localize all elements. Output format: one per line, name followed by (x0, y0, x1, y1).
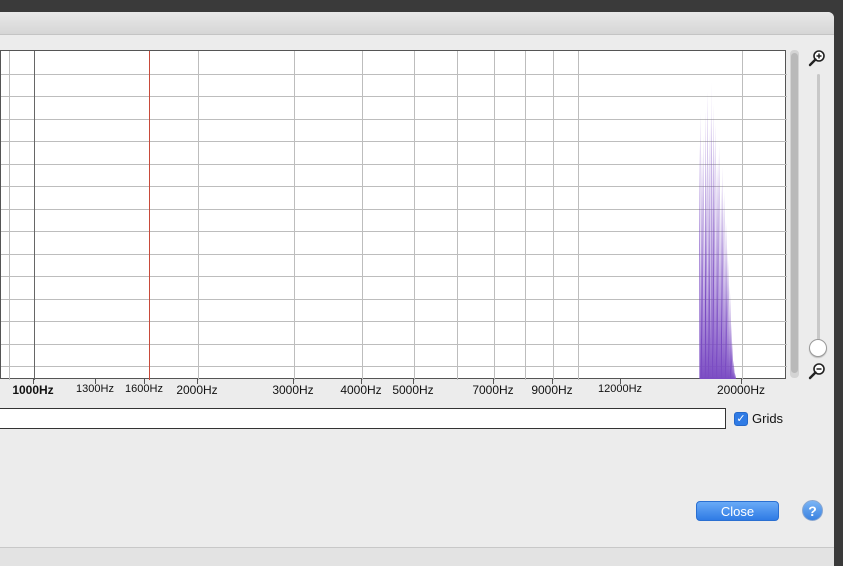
zoom-out-icon[interactable] (808, 362, 826, 380)
vertical-scrollbar[interactable] (790, 50, 799, 378)
grids-checkbox[interactable]: ✓ (734, 412, 748, 426)
spectrum-plot[interactable] (0, 50, 787, 380)
axis-tick-label: 5000Hz (392, 383, 434, 397)
axis-tick-label: 3000Hz (272, 383, 314, 397)
help-button[interactable]: ? (802, 500, 823, 521)
close-button[interactable]: Close (696, 501, 779, 521)
spectrum-svg (1, 51, 787, 380)
axis-tick-label: 1300Hz (76, 383, 114, 395)
status-bar (0, 547, 834, 566)
grids-label: Grids (752, 411, 784, 426)
axis-tick-label: 7000Hz (472, 383, 514, 397)
zoom-slider-track[interactable] (817, 74, 820, 356)
axis-tick-label: 4000Hz (340, 383, 382, 397)
frequency-axis: 1000Hz 1300Hz 1600Hz 2000Hz 3000Hz 4000Hz 5000… (0, 379, 786, 403)
spectrum-window: 1000Hz 1300Hz 1600Hz 2000Hz 3000Hz 4000Hz 5000… (0, 12, 834, 566)
axis-tick-label: 9000Hz (531, 383, 573, 397)
axis-tick-label: 1000Hz (12, 383, 54, 397)
axis-tick-label: 12000Hz (597, 383, 643, 395)
zoom-in-icon[interactable] (808, 49, 826, 67)
spectrum-area (696, 81, 736, 379)
title-bar (0, 12, 834, 35)
vertical-scrollbar-thumb[interactable] (791, 53, 798, 373)
zoom-slider-knob[interactable] (809, 339, 827, 357)
axis-tick-label: 2000Hz (176, 383, 218, 397)
axis-tick-label: 20000Hz (716, 383, 766, 397)
cursor-info-field[interactable] (0, 408, 726, 429)
axis-tick-label: 1600Hz (125, 383, 163, 395)
